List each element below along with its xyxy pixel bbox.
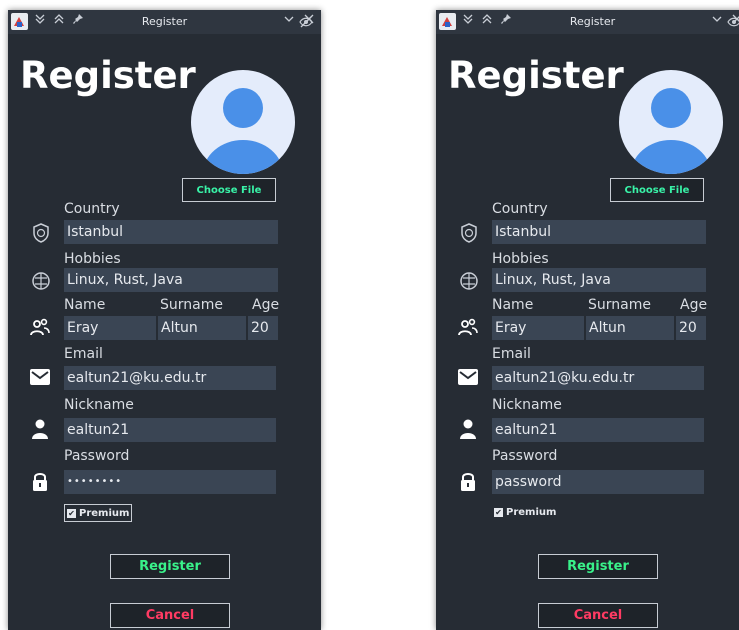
hobbies-input[interactable]: Linux, Rust, Java (492, 268, 706, 292)
nickname-label: Nickname (64, 397, 134, 413)
name-input[interactable]: Eray (492, 316, 584, 340)
page-title: Register (20, 54, 196, 97)
country-input[interactable]: Istanbul (64, 220, 278, 244)
window-title: Register (141, 15, 188, 28)
surname-input[interactable]: Altun (158, 316, 246, 340)
surname-label: Surname (588, 297, 651, 313)
email-input[interactable]: ealtun21@ku.edu.tr (492, 366, 704, 390)
password-label: Password (64, 448, 130, 464)
page-title: Register (448, 54, 624, 97)
nickname-label: Nickname (492, 397, 562, 413)
people-icon (30, 318, 50, 336)
name-label: Name (64, 297, 106, 313)
eye-off-icon[interactable] (299, 16, 313, 28)
password-input[interactable]: password (492, 470, 704, 494)
register-window-left: Register Register Choose File Country Is… (8, 10, 321, 630)
name-label: Name (492, 297, 534, 313)
lock-icon (33, 473, 47, 491)
window-title: Register (569, 15, 616, 28)
chevron-down-icon[interactable] (284, 14, 294, 27)
hobbies-label: Hobbies (492, 251, 549, 267)
password-label: Password (492, 448, 558, 464)
eye-icon[interactable] (727, 16, 739, 28)
premium-label: Premium (79, 507, 130, 519)
choose-file-button[interactable]: Choose File (182, 178, 276, 202)
email-input[interactable]: ealtun21@ku.edu.tr (64, 366, 276, 390)
register-button[interactable]: Register (110, 554, 230, 579)
name-input[interactable]: Eray (64, 316, 156, 340)
choose-file-button[interactable]: Choose File (610, 178, 704, 202)
email-label: Email (64, 346, 103, 362)
age-label: Age (252, 297, 280, 313)
user-icon (460, 419, 476, 439)
premium-checkbox[interactable]: ✔ Premium (64, 504, 133, 522)
age-input[interactable]: 20 (676, 316, 706, 340)
age-input[interactable]: 20 (248, 316, 278, 340)
email-label: Email (492, 346, 531, 362)
hobbies-icon (460, 272, 478, 290)
surname-input[interactable]: Altun (586, 316, 674, 340)
globe-badge-icon (33, 223, 49, 243)
checkbox-check-icon: ✔ (494, 507, 503, 517)
hobbies-input[interactable]: Linux, Rust, Java (64, 268, 278, 292)
country-label: Country (492, 201, 548, 217)
surname-label: Surname (160, 297, 223, 313)
hobbies-label: Hobbies (64, 251, 121, 267)
checkbox-check-icon: ✔ (67, 508, 76, 518)
user-icon (32, 419, 48, 439)
age-label: Age (680, 297, 708, 313)
premium-label: Premium (506, 506, 557, 518)
cancel-button[interactable]: Cancel (110, 603, 230, 628)
register-window-right: Register Register Choose File Country Is… (436, 10, 739, 630)
cancel-button[interactable]: Cancel (538, 603, 658, 628)
register-button[interactable]: Register (538, 554, 658, 579)
globe-badge-icon (461, 223, 477, 243)
mail-icon (458, 369, 478, 385)
people-icon (458, 318, 478, 336)
hobbies-icon (32, 272, 50, 290)
country-label: Country (64, 201, 120, 217)
title-bar: Register (436, 10, 739, 34)
country-input[interactable]: Istanbul (492, 220, 706, 244)
avatar (619, 70, 723, 174)
password-input[interactable]: •••••••• (64, 470, 276, 494)
premium-checkbox[interactable]: ✔ Premium (494, 504, 556, 520)
nickname-input[interactable]: ealtun21 (492, 418, 704, 442)
chevron-down-icon[interactable] (712, 14, 722, 27)
mail-icon (30, 369, 50, 385)
title-bar: Register (8, 10, 321, 34)
avatar (191, 70, 295, 174)
lock-icon (461, 473, 475, 491)
nickname-input[interactable]: ealtun21 (64, 418, 276, 442)
